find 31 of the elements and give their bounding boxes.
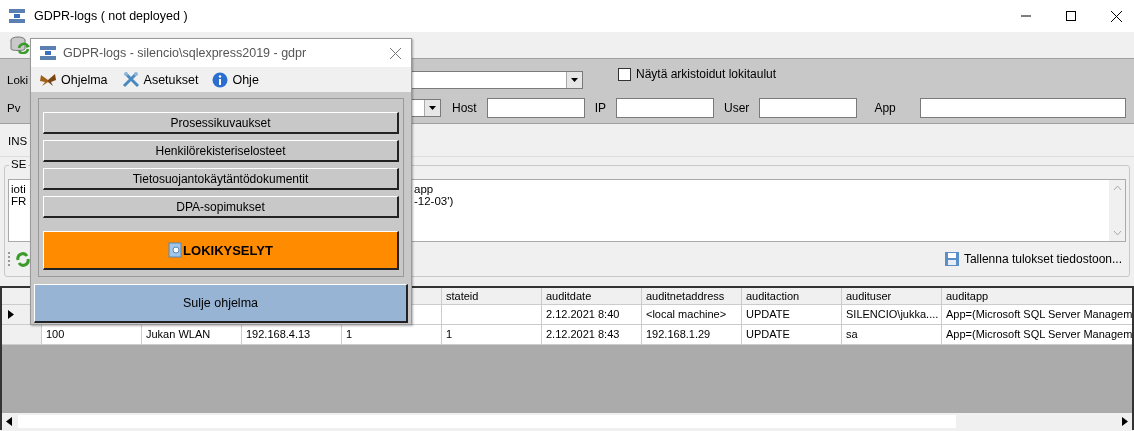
table-cell: sa [842,325,942,345]
table-cell: 1 [442,325,542,345]
menu-button[interactable]: DPA-sopimukset [43,196,399,218]
tab[interactable]: INS [8,135,28,147]
query-text: ioti [11,183,26,195]
window-title: GDPR-logs ( not deployed ) [34,9,188,23]
menu-item[interactable]: Asetukset [121,71,199,88]
table-cell: 2.12.2021 8:43 [542,325,642,345]
log-query-button[interactable]: LOKIKYSELYT [43,231,399,270]
menu-item[interactable]: Ohjelma [39,72,108,87]
save-results-button[interactable]: Tallenna tulokset tiedostoon... [939,251,1126,267]
menu-item[interactable]: Ohje [212,71,259,88]
field-label: User [724,101,750,115]
menu-button[interactable]: Prosessikuvaukset [43,112,399,134]
field-label: Host [452,101,477,115]
query-text: app [414,183,434,195]
close-program-button[interactable]: Sulje ohjelma [34,284,408,323]
date-label: Pv [7,102,21,114]
checkbox-label: Näytä arkistoidut lokitaulut [636,67,777,81]
log-label: Loki [7,74,29,86]
table-cell: UPDATE [742,325,842,345]
menu-button[interactable]: Tietosuojantokäytäntödokumentit [43,168,399,190]
menu-button[interactable]: Henkilörekisteriselosteet [43,140,399,162]
field-label: IP [594,101,607,115]
table-cell: 192.168.1.29 [642,325,742,345]
field-label: App [874,101,896,115]
group-label: SE [9,158,29,170]
query-text: -12-03') [414,195,454,207]
table-cell: App=(Microsoft SQL Server Managem [942,325,1132,345]
dialog-title: GDPR-logs - silencio\sqlexpress2019 - gdpr [63,46,307,60]
query-text: FR [11,195,27,207]
